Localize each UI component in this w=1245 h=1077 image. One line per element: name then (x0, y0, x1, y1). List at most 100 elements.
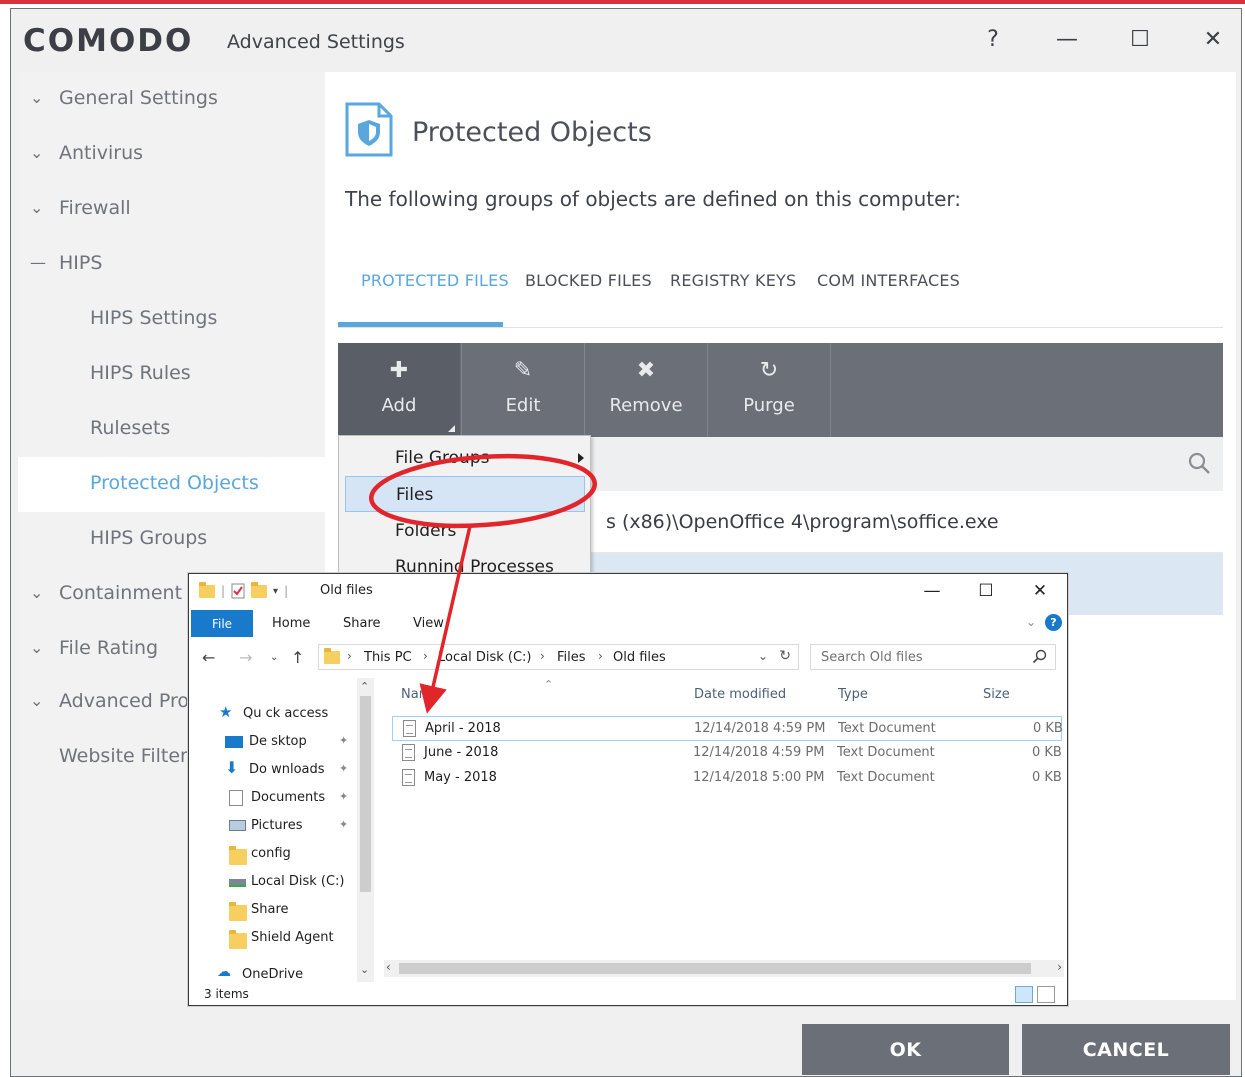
tab-divider (338, 327, 1223, 328)
large-icons-view-icon[interactable] (1037, 986, 1055, 1003)
address-bar[interactable]: › This PC › Local Disk (C:) › Files › Ol… (318, 644, 799, 670)
nav-item-desktop[interactable]: De sktop ✦ (225, 729, 375, 757)
add-button[interactable]: ✚ Add (338, 343, 460, 437)
tab-registry-keys[interactable]: REGISTRY KEYS (670, 271, 796, 290)
search-icon[interactable] (1187, 451, 1211, 475)
title-bar: COMODO Advanced Settings ? — ☐ ✕ (11, 9, 1241, 72)
explorer-maximize-button[interactable]: ☐ (963, 577, 1009, 605)
page-title: Protected Objects (412, 117, 652, 148)
details-view-icon[interactable] (1015, 986, 1033, 1003)
status-bar: 3 items (189, 982, 1067, 1006)
close-button[interactable]: ✕ (1189, 17, 1237, 61)
column-header-size[interactable]: Size (983, 687, 1010, 702)
scroll-thumb[interactable] (360, 696, 371, 892)
ribbon-tab-share[interactable]: Share (343, 616, 381, 631)
column-header-date[interactable]: Date modified (694, 687, 786, 702)
column-header-type[interactable]: Type (838, 687, 868, 702)
up-arrow-icon[interactable]: ↑ (291, 648, 304, 667)
scroll-thumb[interactable] (399, 963, 1031, 974)
ribbon-tab-view[interactable]: View (413, 616, 444, 631)
forward-arrow-icon[interactable]: → (239, 648, 252, 667)
minimize-button[interactable]: — (1043, 17, 1091, 61)
cancel-button[interactable]: CANCEL (1022, 1024, 1230, 1075)
ok-button[interactable]: OK (802, 1024, 1009, 1075)
new-folder-icon[interactable] (251, 581, 268, 598)
ribbon-tab-home[interactable]: Home (272, 616, 310, 631)
menu-item-files[interactable]: Files (345, 476, 585, 512)
ribbon-tab-file[interactable]: File (191, 610, 253, 637)
pin-icon: ✦ (339, 762, 349, 775)
column-header-name[interactable]: Name (401, 687, 439, 702)
remove-button-label: Remove (609, 395, 683, 416)
maximize-button[interactable]: ☐ (1116, 17, 1164, 61)
back-arrow-icon[interactable]: ← (202, 648, 215, 667)
breadcrumb-this-pc[interactable]: This PC (364, 650, 412, 665)
scroll-up-icon[interactable]: ⌃ (360, 680, 369, 693)
nav-item-pictures[interactable]: Pictures ✦ (229, 813, 377, 841)
star-icon: ★ (219, 703, 233, 721)
breadcrumb-old-files[interactable]: Old files (613, 650, 666, 665)
sidebar-item-label: Advanced Pro (59, 690, 190, 712)
menu-item-file-groups[interactable]: File Groups (339, 440, 590, 476)
nav-item-shield-agent[interactable]: Shield Agent (229, 925, 377, 953)
help-button[interactable]: ? (969, 17, 1017, 61)
address-dropdown-icon[interactable]: ⌄ (758, 649, 768, 663)
sidebar-item-firewall[interactable]: ⌄ Firewall (18, 182, 325, 237)
sidebar-item-protected-objects[interactable]: Protected Objects (18, 457, 325, 512)
nav-item-share[interactable]: Share (229, 897, 377, 925)
top-accent-strip (0, 0, 1245, 4)
refresh-icon[interactable]: ↻ (779, 648, 791, 664)
breadcrumb-local-disk[interactable]: Local Disk (C:) (438, 650, 531, 665)
customize-dropdown-icon[interactable]: ▾ (273, 586, 278, 597)
breadcrumb-separator: › (598, 649, 603, 663)
tab-protected-files[interactable]: PROTECTED FILES (361, 271, 509, 290)
nav-item-onedrive[interactable]: ☁ OneDrive (217, 962, 367, 982)
file-size: 0 KB (1033, 721, 1063, 736)
explorer-minimize-button[interactable]: — (909, 577, 955, 605)
horizontal-scrollbar[interactable]: ‹ › (384, 960, 1064, 977)
separator-icon: | (221, 584, 226, 598)
file-row[interactable]: June - 2018 12/14/2018 4:59 PM Text Docu… (392, 741, 1062, 766)
scroll-right-icon[interactable]: › (1057, 960, 1062, 974)
dropdown-corner-icon (448, 425, 455, 432)
search-input[interactable]: Search Old files (810, 644, 1056, 670)
action-toolbar: ✚ Add ✎ Edit ✖ Remove ↻ Purge (338, 343, 1223, 437)
edit-button[interactable]: ✎ Edit (462, 343, 584, 437)
nav-item-downloads[interactable]: ⬇ Do wnloads ✦ (225, 757, 375, 785)
nav-item-label: Qu ck access (243, 706, 329, 721)
breadcrumb-separator: › (540, 649, 545, 663)
pictures-icon (229, 820, 246, 831)
breadcrumb-files[interactable]: Files (557, 650, 586, 665)
sidebar-item-label: HIPS (59, 252, 103, 274)
nav-item-quick-access[interactable]: ★ Qu ck access (219, 701, 369, 729)
sidebar-item-hips-rules[interactable]: HIPS Rules (18, 347, 325, 402)
breadcrumb-separator: › (347, 649, 352, 663)
nav-item-local-disk[interactable]: Local Disk (C:) (229, 869, 377, 897)
explorer-close-button[interactable]: ✕ (1017, 577, 1063, 605)
nav-item-config[interactable]: config (229, 841, 377, 869)
scroll-left-icon[interactable]: ‹ (386, 960, 391, 974)
tab-blocked-files[interactable]: BLOCKED FILES (525, 271, 652, 290)
sidebar-item-rulesets[interactable]: Rulesets (18, 402, 325, 457)
tab-com-interfaces[interactable]: COM INTERFACES (817, 271, 960, 290)
explorer-window-title: Old files (320, 583, 373, 598)
sidebar-item-antivirus[interactable]: ⌄ Antivirus (18, 127, 325, 182)
sidebar-item-hips[interactable]: — HIPS (18, 237, 325, 292)
file-row[interactable]: May - 2018 12/14/2018 5:00 PM Text Docum… (392, 766, 1062, 791)
sidebar-item-general-settings[interactable]: ⌄ General Settings (18, 72, 325, 127)
explorer-help-icon[interactable]: ? (1045, 614, 1062, 631)
chevron-down-icon: ⌄ (30, 691, 44, 710)
purge-button[interactable]: ↻ Purge (708, 343, 830, 437)
sidebar-item-hips-groups[interactable]: HIPS Groups (18, 512, 325, 567)
text-file-icon (403, 720, 416, 737)
nav-scrollbar[interactable]: ⌃ ⌄ (357, 678, 374, 982)
scroll-down-icon[interactable]: ⌄ (360, 963, 369, 976)
remove-button[interactable]: ✖ Remove (585, 343, 707, 437)
sidebar-item-hips-settings[interactable]: HIPS Settings (18, 292, 325, 347)
menu-item-folders[interactable]: Folders (339, 513, 590, 549)
expand-ribbon-icon[interactable]: ⌄ (1026, 615, 1036, 629)
properties-icon[interactable] (231, 583, 245, 599)
file-row[interactable]: April - 2018 12/14/2018 4:59 PM Text Doc… (392, 716, 1063, 741)
nav-item-documents[interactable]: Documents ✦ (229, 785, 377, 813)
recent-locations-icon[interactable]: ⌄ (270, 652, 278, 663)
